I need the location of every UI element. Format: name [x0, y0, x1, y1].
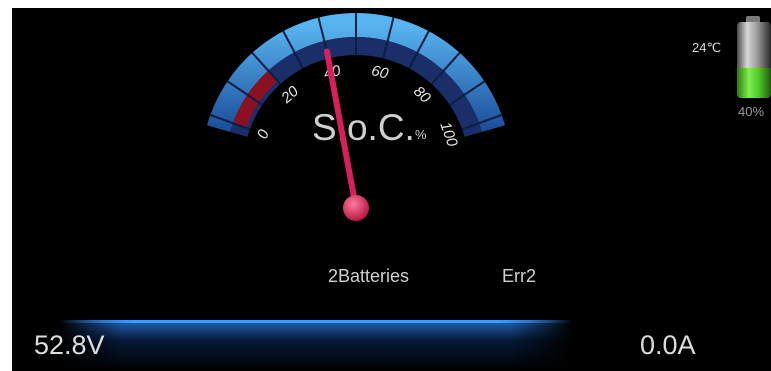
- error-code: Err2: [502, 266, 537, 286]
- battery-temperature: 24℃: [692, 40, 722, 55]
- gauge-unit: %: [415, 127, 427, 142]
- gauge-tick-label: 100: [436, 120, 461, 150]
- battery-percent: 40%: [738, 104, 765, 119]
- batteries-count: 2Batteries: [328, 266, 410, 286]
- bottom-glow-line: [60, 320, 572, 323]
- battery-icon: [737, 16, 771, 100]
- gauge-tick-label: 60: [370, 62, 391, 83]
- gauge-title: S.o.C.: [312, 107, 415, 148]
- battery-body: [737, 22, 771, 98]
- gauge-tick-label: 20: [277, 82, 302, 107]
- soc-gauge: 020406080100 S.o.C. %: [207, 13, 505, 221]
- gauge-tick-label: 80: [410, 83, 434, 107]
- battery-fill: [737, 67, 771, 98]
- voltage-reading: 52.8V: [34, 330, 105, 360]
- display-screen: 020406080100 S.o.C. % 24℃ 40% 2Batteries…: [12, 8, 771, 371]
- gauge-tick-label: 0: [254, 127, 273, 141]
- current-reading: 0.0A: [640, 330, 696, 360]
- gauge-needle-hub: [343, 195, 369, 221]
- bottom-glow-bar: [60, 320, 572, 371]
